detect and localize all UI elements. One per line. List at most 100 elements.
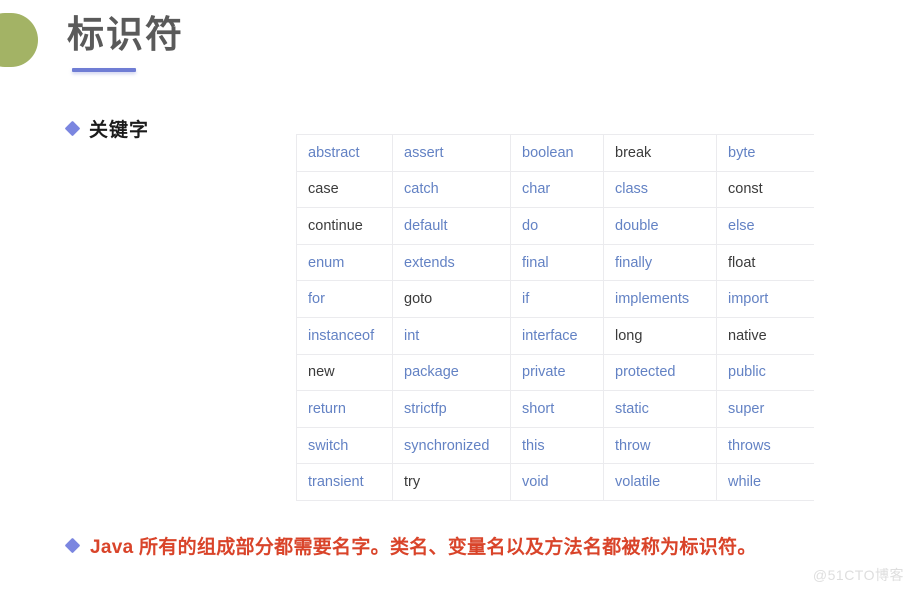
keyword-text[interactable]: final <box>522 255 549 271</box>
keyword-text[interactable]: strictfp <box>404 401 447 417</box>
keyword-text[interactable]: short <box>522 401 554 417</box>
keyword-text: long <box>615 327 643 344</box>
keyword-text: goto <box>404 291 433 308</box>
keyword-cell[interactable]: switch <box>296 427 393 465</box>
keyword-cell[interactable]: this <box>510 427 604 465</box>
title-underline <box>72 68 136 72</box>
keyword-cell[interactable]: do <box>510 207 604 245</box>
keyword-text[interactable]: public <box>728 364 766 380</box>
keyword-cell[interactable]: extends <box>392 244 511 282</box>
keyword-text[interactable]: while <box>728 474 761 490</box>
keyword-text[interactable]: for <box>308 291 325 307</box>
keyword-cell[interactable]: interface <box>510 317 604 355</box>
keyword-cell[interactable]: import <box>716 280 814 318</box>
keyword-text: try <box>404 474 421 491</box>
keyword-cell[interactable]: void <box>510 463 604 501</box>
keyword-cell[interactable]: double <box>603 207 717 245</box>
keyword-cell[interactable]: synchronized <box>392 427 511 465</box>
keyword-cell[interactable]: assert <box>392 134 511 172</box>
keyword-cell[interactable]: volatile <box>603 463 717 501</box>
keyword-cell[interactable]: default <box>392 207 511 245</box>
subheading-label: 关键字 <box>89 120 150 141</box>
keyword-cell[interactable]: for <box>296 280 393 318</box>
keyword-cell[interactable]: package <box>392 354 511 392</box>
keyword-cell[interactable]: implements <box>603 280 717 318</box>
keyword-text[interactable]: byte <box>728 145 755 161</box>
keyword-cell[interactable]: if <box>510 280 604 318</box>
keyword-text[interactable]: interface <box>522 328 578 344</box>
keyword-text[interactable]: if <box>522 291 529 307</box>
keyword-text[interactable]: assert <box>404 145 444 161</box>
keyword-text[interactable]: return <box>308 401 346 417</box>
keyword-cell[interactable]: abstract <box>296 134 393 172</box>
keyword-cell[interactable]: return <box>296 390 393 428</box>
keyword-text[interactable]: double <box>615 218 659 234</box>
keyword-text[interactable]: instanceof <box>308 328 374 344</box>
keyword-cell[interactable]: finally <box>603 244 717 282</box>
table-row: switch synchronized this throw throws <box>296 427 814 465</box>
keyword-text[interactable]: enum <box>308 255 344 271</box>
keyword-cell[interactable]: catch <box>392 171 511 209</box>
keyword-cell[interactable]: strictfp <box>392 390 511 428</box>
watermark: @51CTO博客 <box>812 567 904 583</box>
keyword-cell: goto <box>392 280 511 318</box>
keyword-cell[interactable]: super <box>716 390 814 428</box>
keyword-cell[interactable]: short <box>510 390 604 428</box>
table-row: case catch char class const <box>296 171 814 209</box>
keyword-text[interactable]: int <box>404 328 419 344</box>
keyword-text[interactable]: package <box>404 364 459 380</box>
keyword-text[interactable]: abstract <box>308 145 360 161</box>
keyword-text[interactable]: throw <box>615 438 650 454</box>
keyword-cell[interactable]: class <box>603 171 717 209</box>
keyword-text[interactable]: import <box>728 291 768 307</box>
keyword-text: new <box>308 364 335 381</box>
keyword-text: native <box>728 327 767 344</box>
keyword-cell[interactable]: boolean <box>510 134 604 172</box>
keyword-text[interactable]: do <box>522 218 538 234</box>
keyword-cell[interactable]: public <box>716 354 814 392</box>
keyword-text[interactable]: class <box>615 181 648 197</box>
keyword-cell[interactable]: static <box>603 390 717 428</box>
keyword-text[interactable]: finally <box>615 255 652 271</box>
table-row: transient try void volatile while <box>296 463 814 501</box>
keyword-text[interactable]: this <box>522 438 545 454</box>
subheading: 关键字 <box>64 115 150 142</box>
keyword-text[interactable]: transient <box>308 474 364 490</box>
keyword-cell: continue <box>296 207 393 245</box>
keyword-cell[interactable]: enum <box>296 244 393 282</box>
keyword-cell[interactable]: int <box>392 317 511 355</box>
keyword-cell[interactable]: char <box>510 171 604 209</box>
keyword-text[interactable]: throws <box>728 438 771 454</box>
keyword-text[interactable]: volatile <box>615 474 660 490</box>
keyword-text: case <box>308 181 339 198</box>
keyword-text[interactable]: switch <box>308 438 348 454</box>
keyword-text[interactable]: private <box>522 364 566 380</box>
keyword-cell[interactable]: transient <box>296 463 393 501</box>
keyword-text[interactable]: boolean <box>522 145 574 161</box>
keyword-cell[interactable]: else <box>716 207 814 245</box>
keyword-cell[interactable]: while <box>716 463 814 501</box>
keyword-text[interactable]: super <box>728 401 764 417</box>
keyword-cell: const <box>716 171 814 209</box>
keyword-text[interactable]: void <box>522 474 549 490</box>
keyword-cell[interactable]: throw <box>603 427 717 465</box>
keyword-cell[interactable]: protected <box>603 354 717 392</box>
keyword-text[interactable]: protected <box>615 364 675 380</box>
keyword-cell[interactable]: final <box>510 244 604 282</box>
keyword-text[interactable]: char <box>522 181 550 197</box>
keyword-text[interactable]: catch <box>404 181 439 197</box>
keyword-cell[interactable]: private <box>510 354 604 392</box>
keyword-text[interactable]: extends <box>404 255 455 271</box>
keyword-cell: break <box>603 134 717 172</box>
keyword-text[interactable]: default <box>404 218 448 234</box>
keyword-text[interactable]: static <box>615 401 649 417</box>
keyword-cell[interactable]: throws <box>716 427 814 465</box>
keyword-text[interactable]: synchronized <box>404 438 489 454</box>
keyword-text[interactable]: implements <box>615 291 689 307</box>
java-keyword-table: abstract assert boolean break byte case … <box>296 134 814 501</box>
keyword-cell[interactable]: byte <box>716 134 814 172</box>
keyword-text[interactable]: else <box>728 218 755 234</box>
keyword-cell: new <box>296 354 393 392</box>
keyword-cell[interactable]: instanceof <box>296 317 393 355</box>
keyword-cell: float <box>716 244 814 282</box>
